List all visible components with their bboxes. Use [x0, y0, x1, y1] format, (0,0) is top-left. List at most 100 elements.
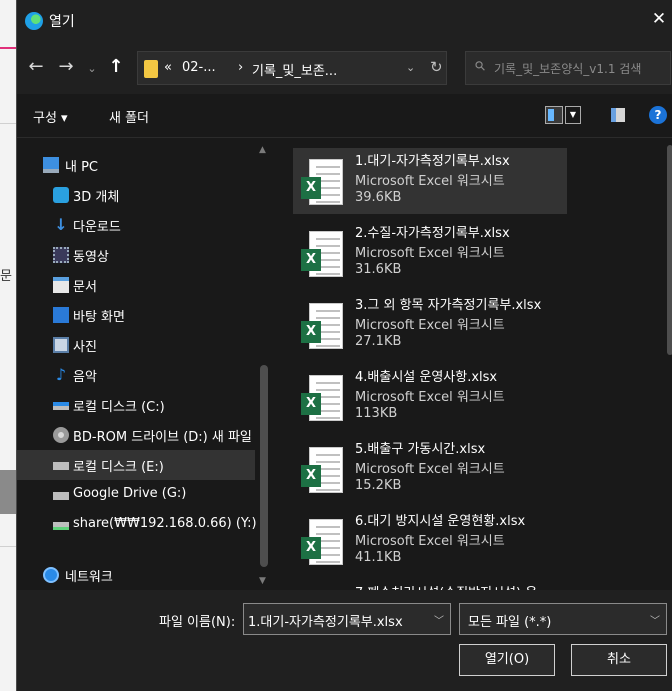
file-size: 31.6KB — [355, 262, 402, 277]
address-dropdown-icon[interactable]: ⌄ — [406, 61, 415, 74]
sidebar-item-label: 바탕 화면 — [73, 310, 125, 325]
sidebar-item-label: Google Drive (G:) — [73, 486, 187, 501]
desktop-icon — [53, 307, 69, 323]
nav-scroll-thumb[interactable] — [260, 365, 268, 567]
excel-file-icon: X — [299, 517, 347, 567]
file-name: 3.그 외 항목 자가측정기록부.xlsx — [355, 298, 542, 313]
video-icon — [53, 247, 69, 263]
music-note-icon: ♪ — [55, 365, 67, 384]
file-item[interactable]: X 2.수질-자가측정기록부.xlsx Microsoft Excel 워크시트… — [293, 220, 567, 286]
organize-menu[interactable]: 구성 ▾ — [33, 107, 68, 126]
sidebar-item-label: 음악 — [73, 370, 97, 385]
background-accent-line — [0, 47, 16, 49]
close-icon[interactable]: ✕ — [649, 9, 669, 29]
open-button[interactable]: 열기(O) — [459, 644, 555, 676]
file-size: 41.1KB — [355, 550, 402, 565]
scroll-down-icon[interactable]: ▼ — [259, 576, 266, 586]
back-arrow-icon[interactable]: ← — [25, 56, 47, 77]
view-options-dropdown-icon[interactable]: ▼ — [565, 106, 581, 124]
network-icon — [43, 567, 59, 583]
sidebar-item-label: 3D 개체 — [73, 190, 120, 205]
file-type: Microsoft Excel 워크시트 — [355, 318, 505, 333]
folder-icon — [144, 60, 158, 78]
filename-label: 파일 이름(N): — [159, 615, 236, 630]
sidebar-item-pictures[interactable]: 사진 — [17, 330, 255, 360]
forward-arrow-icon[interactable]: → — [55, 56, 77, 77]
sidebar-item-share-y[interactable]: share(₩₩192.168.0.66) (Y:) — [17, 510, 257, 540]
refresh-icon[interactable]: ↻ — [430, 58, 443, 76]
file-type: Microsoft Excel 워크시트 — [355, 462, 505, 477]
background-text-fragment: 문 — [0, 269, 12, 284]
address-overflow[interactable]: « — [164, 60, 172, 75]
sidebar-item-local-disk-e[interactable]: 로컬 디스크 (E:) — [17, 450, 255, 480]
filename-field[interactable]: 1.대기-자가측정기록부.xlsx ﹀ — [243, 603, 451, 635]
sidebar-item-label: 사진 — [73, 340, 97, 355]
file-item[interactable]: X 5.배출구 가동시간.xlsx Microsoft Excel 워크시트 1… — [293, 436, 567, 502]
filename-value[interactable]: 1.대기-자가측정기록부.xlsx — [248, 611, 403, 630]
chevron-down-icon[interactable]: ﹀ — [650, 612, 660, 627]
cancel-button[interactable]: 취소 — [571, 644, 667, 676]
computer-icon — [43, 157, 59, 173]
excel-file-icon: X — [299, 445, 347, 495]
file-item[interactable]: X 1.대기-자가측정기록부.xlsx Microsoft Excel 워크시트… — [293, 148, 567, 214]
sidebar-item-network[interactable]: 네트워크 — [17, 560, 255, 590]
file-name: 7.폐수처리시설(수질방지시설) 운 — [355, 582, 537, 590]
sidebar-item-downloads[interactable]: ↓ 다운로드 — [17, 210, 255, 240]
sidebar-item-desktop[interactable]: 바탕 화면 — [17, 300, 255, 330]
file-size: 113KB — [355, 406, 398, 421]
sidebar-item-label: 내 PC — [65, 160, 99, 175]
system-drive-icon — [53, 402, 69, 410]
file-name: 6.대기 방지시설 운영현황.xlsx — [355, 514, 526, 529]
file-size: 27.1KB — [355, 334, 402, 349]
sidebar-item-this-pc[interactable]: 내 PC — [17, 150, 255, 180]
search-input[interactable]: ⚲ 기록_및_보존양식_v1.1 검색 — [465, 51, 671, 85]
change-view-icon[interactable] — [545, 106, 563, 124]
sidebar-item-local-disk-c[interactable]: 로컬 디스크 (C:) — [17, 390, 255, 420]
preview-pane-icon[interactable] — [611, 108, 625, 122]
sidebar-item-music[interactable]: ♪ 음악 — [17, 360, 255, 390]
toolbar: 구성 ▾ 새 폴더 ▼ ? — [17, 94, 672, 138]
sidebar-item-videos[interactable]: 동영상 — [17, 240, 255, 270]
excel-file-icon: X — [299, 229, 347, 279]
sidebar-item-3d-objects[interactable]: 3D 개체 — [17, 180, 255, 210]
help-icon[interactable]: ? — [649, 106, 667, 124]
file-item[interactable]: X 3.그 외 항목 자가측정기록부.xlsx Microsoft Excel … — [293, 292, 567, 358]
sidebar-item-label: BD-ROM 드라이브 (D:) 새 파일 — [73, 430, 252, 445]
download-arrow-icon: ↓ — [54, 215, 68, 234]
sidebar-item-label: share(₩₩192.168.0.66) (Y:) — [73, 516, 257, 531]
background-dark-block — [0, 470, 16, 514]
breadcrumb-segment[interactable]: 기록_및_보존... — [252, 60, 337, 79]
address-bar[interactable]: « 02-... › 기록_및_보존... ⌄ ↻ — [137, 51, 447, 85]
sidebar-item-bd-rom[interactable]: BD-ROM 드라이브 (D:) 새 파일 — [17, 420, 255, 450]
chevron-down-icon[interactable]: ﹀ — [434, 612, 444, 627]
filetype-select[interactable]: 모든 파일 (*.*) ﹀ — [459, 603, 667, 635]
breadcrumb-segment[interactable]: 02-... — [182, 60, 216, 75]
document-icon — [53, 277, 69, 293]
sidebar-item-google-drive[interactable]: Google Drive (G:) — [17, 480, 255, 510]
up-arrow-icon[interactable]: ↑ — [105, 56, 127, 77]
file-item[interactable]: 7.폐수처리시설(수질방지시설) 운 — [293, 580, 567, 590]
sidebar-item-documents[interactable]: 문서 — [17, 270, 255, 300]
file-list: X 1.대기-자가측정기록부.xlsx Microsoft Excel 워크시트… — [277, 139, 672, 590]
file-list-scrollbar[interactable] — [667, 145, 672, 355]
file-name: 1.대기-자가측정기록부.xlsx — [355, 154, 510, 169]
nav-scrollbar[interactable]: ▲ ▼ — [257, 139, 271, 590]
excel-file-icon: X — [299, 373, 347, 423]
pictures-icon — [53, 337, 69, 353]
address-row: ← → ⌄ ↑ « 02-... › 기록_및_보존... ⌄ ↻ ⚲ 기록_및… — [17, 42, 672, 94]
recent-locations-chevron-icon[interactable]: ⌄ — [81, 62, 103, 75]
scroll-up-icon[interactable]: ▲ — [259, 145, 266, 155]
filetype-value: 모든 파일 (*.*) — [468, 615, 552, 630]
network-drive-icon — [53, 522, 69, 530]
file-type: Microsoft Excel 워크시트 — [355, 534, 505, 549]
excel-file-icon: X — [299, 301, 347, 351]
file-item[interactable]: X 4.배출시설 운영사항.xlsx Microsoft Excel 워크시트 … — [293, 364, 567, 430]
title-bar: 열기 ✕ — [17, 0, 672, 42]
search-icon: ⚲ — [472, 57, 490, 76]
sidebar-item-label: 문서 — [73, 280, 97, 295]
background-app — [0, 0, 16, 691]
cube-icon — [53, 187, 69, 203]
file-item[interactable]: X 6.대기 방지시설 운영현황.xlsx Microsoft Excel 워크… — [293, 508, 567, 574]
new-folder-button[interactable]: 새 폴더 — [109, 107, 149, 126]
sidebar-item-label: 다운로드 — [73, 220, 121, 235]
